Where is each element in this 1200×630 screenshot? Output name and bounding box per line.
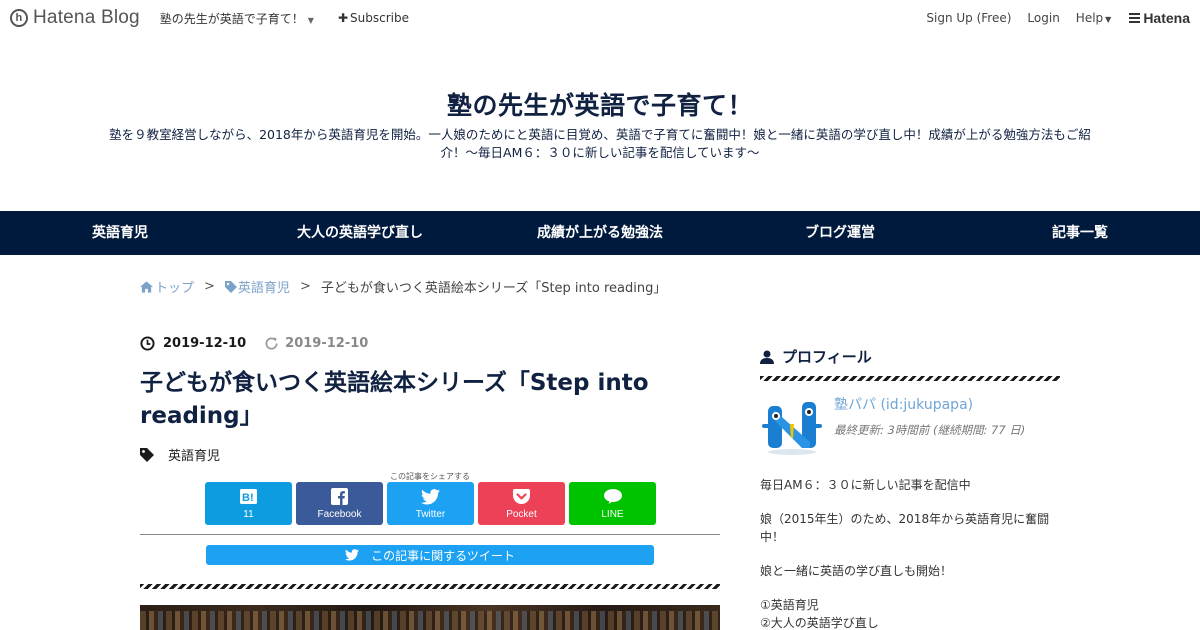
home-icon <box>140 280 153 293</box>
profile-topic-list: ①英語育児 ②大人の英語学び直し <box>760 596 1060 630</box>
tag-icon <box>140 447 154 462</box>
nav-item-eigo-ikuji[interactable]: 英語育児 <box>0 211 240 255</box>
user-icon <box>760 350 774 364</box>
hatena-count: 11 <box>243 508 254 520</box>
sidebar-stripe-divider <box>760 376 1060 381</box>
share-divider <box>140 534 720 535</box>
signup-link[interactable]: Sign Up (Free) <box>926 11 1011 25</box>
plus-icon: ✚ <box>337 11 349 25</box>
line-label: LINE <box>601 508 624 520</box>
list-item: ①英語育児 <box>760 598 819 612</box>
refresh-icon <box>265 337 278 350</box>
help-label: Help <box>1075 11 1104 25</box>
profile-meta: 最終更新: 3時間前 (継続期間: 77 日) <box>834 423 1026 437</box>
profile-name-link[interactable]: 塾パパ (id:jukupapa) <box>834 394 1025 414</box>
svg-text:B!: B! <box>242 492 254 504</box>
blog-title[interactable]: 塾の先生が英語で子育て！ <box>0 86 1200 122</box>
share-facebook-button[interactable]: Facebook <box>296 482 383 525</box>
pocket-icon <box>513 488 530 506</box>
breadcrumb-home[interactable]: トップ <box>140 277 194 296</box>
date-published[interactable]: 2019-12-10 <box>163 336 246 351</box>
nav-item-blog-unei[interactable]: ブログ運営 <box>720 211 960 255</box>
related-tweets-label: この記事に関するツイート <box>371 548 515 563</box>
breadcrumb-current: 子どもが食いつく英語絵本シリーズ「Step into reading」 <box>320 281 667 296</box>
breadcrumb-category-label: 英語育児 <box>237 281 290 296</box>
profile-para: 娘と一緒に英語の学び直しも開始！ <box>760 564 953 578</box>
blog-select-label: 塾の先生が英語で子育て！ <box>159 11 304 26</box>
line-chat-icon <box>603 488 622 506</box>
caret-down-icon: ▼ <box>1105 15 1112 24</box>
share-twitter-button[interactable]: Twitter <box>387 482 474 525</box>
profile-para: 娘（2015年生）のため、2018年から英語育児に奮闘中！ <box>760 512 1050 544</box>
breadcrumb-separator: > <box>299 279 311 294</box>
twitter-bird-icon <box>421 488 440 506</box>
clock-icon <box>140 336 155 351</box>
article-title[interactable]: 子どもが食いつく英語絵本シリーズ「Step into reading」 <box>140 367 720 433</box>
date-updated: 2019-12-10 <box>285 336 369 351</box>
nav-item-benkyouhou[interactable]: 成績が上がる勉強法 <box>480 211 720 255</box>
article-dates: 2019-12-10 2019-12-10 <box>140 336 720 351</box>
article-eyecatch-image <box>140 605 720 630</box>
profile-heading-label: プロフィール <box>782 348 872 366</box>
subscribe-button[interactable]: ✚ Subscribe <box>338 11 409 25</box>
profile-description: 毎日AM６：３０に新しい記事を配信中 娘（2015年生）のため、2018年から英… <box>760 476 1060 630</box>
tag-icon <box>224 280 237 293</box>
hatena-lines-icon <box>1129 11 1141 25</box>
profile-text: 塾パパ (id:jukupapa) 最終更新: 3時間前 (継続期間: 77 日… <box>834 394 1025 456</box>
breadcrumb-category[interactable]: 英語育児 <box>224 277 290 296</box>
hatena-logo[interactable]: Hatena <box>1129 10 1190 26</box>
pocket-label: Pocket <box>506 508 537 520</box>
topbar-right: Sign Up (Free) Login Help ▼ Hatena <box>910 0 1190 36</box>
hatena-blog-logo[interactable]: h Hatena Blog <box>10 7 140 29</box>
article-categories: 英語育児 <box>140 445 720 464</box>
facebook-label: Facebook <box>317 508 362 520</box>
caret-down-icon: ▼ <box>307 15 314 25</box>
share-pocket-button[interactable]: Pocket <box>478 482 565 525</box>
hatena-blog-logo-text: Hatena Blog <box>33 7 140 28</box>
hatena-topbar: h Hatena Blog 塾の先生が英語で子育て！ ▼ ✚ Subscribe S… <box>0 0 1200 36</box>
blog-select-dropdown[interactable]: 塾の先生が英語で子育て！ ▼ <box>160 10 314 27</box>
avatar[interactable] <box>760 394 824 456</box>
share-caption: この記事をシェアする <box>390 472 470 481</box>
nav-item-kiji-ichiran[interactable]: 記事一覧 <box>960 211 1200 255</box>
profile-card: 塾パパ (id:jukupapa) 最終更新: 3時間前 (継続期間: 77 日… <box>760 394 1060 456</box>
avatar-image <box>762 402 822 455</box>
nav-item-otona-eigo[interactable]: 大人の英語学び直し <box>240 211 480 255</box>
twitter-bird-icon <box>345 549 360 561</box>
sidebar: プロフィール 塾パパ (id:jukupapa) 最終更新: 3時間前 (継続期… <box>760 346 1060 630</box>
article-category-link[interactable]: 英語育児 <box>168 445 220 464</box>
breadcrumb: トップ > 英語育児 > 子どもが食いつく英語絵本シリーズ「Step into … <box>140 277 666 296</box>
blog-description: 塾を９教室経営しながら、2018年から英語育児を開始。一人娘のためにと英語に目覚… <box>109 127 1091 160</box>
facebook-icon <box>331 488 348 506</box>
breadcrumb-separator: > <box>204 279 215 294</box>
subscribe-label: Subscribe <box>350 11 409 25</box>
profile-heading: プロフィール <box>760 346 1060 367</box>
hatena-blog-logo-icon: h <box>10 9 28 27</box>
global-nav: 英語育児 大人の英語学び直し 成績が上がる勉強法 ブログ運営 記事一覧 <box>0 211 1200 255</box>
hatena-logo-text: Hatena <box>1143 10 1190 26</box>
profile-para: 毎日AM６：３０に新しい記事を配信中 <box>760 478 971 492</box>
login-link[interactable]: Login <box>1027 11 1059 25</box>
article: 2019-12-10 2019-12-10 子どもが食いつく英語絵本シリーズ「S… <box>140 336 720 630</box>
hatena-bookmark-icon: B! <box>240 488 257 506</box>
help-menu[interactable]: Help ▼ <box>1076 11 1112 25</box>
related-tweets-button[interactable]: この記事に関するツイート <box>206 545 654 565</box>
share-hatena-button[interactable]: B! 11 <box>205 482 292 525</box>
section-stripe-divider <box>140 584 720 589</box>
list-item: ②大人の英語学び直し <box>760 616 879 630</box>
breadcrumb-home-label: トップ <box>155 281 195 296</box>
twitter-label: Twitter <box>415 508 446 520</box>
share-buttons: B! 11 Facebook Twitter Pocket LINE <box>205 482 660 525</box>
share-line-button[interactable]: LINE <box>569 482 656 525</box>
